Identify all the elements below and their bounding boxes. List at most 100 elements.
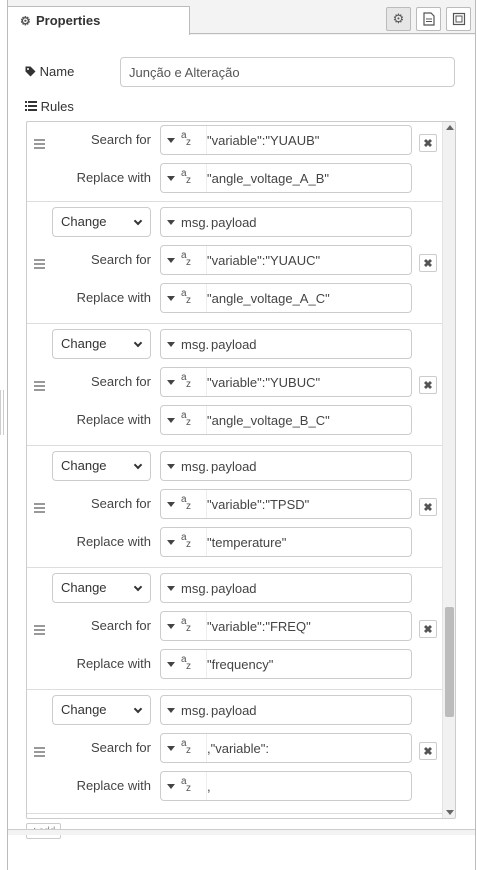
search-type-button[interactable]: az: [161, 246, 207, 274]
search-type-button[interactable]: az: [161, 368, 207, 396]
caret-down-icon: [167, 137, 175, 143]
frame-icon: [452, 12, 465, 26]
replace-input[interactable]: az "angle_voltage_B_C": [160, 405, 412, 435]
rules-scrollbar[interactable]: [442, 122, 455, 818]
property-type-button[interactable]: msg.: [161, 574, 211, 602]
caret-down-icon: [167, 707, 175, 713]
rule-action-select[interactable]: Change: [52, 695, 151, 725]
panel-footer: [8, 829, 475, 835]
search-input[interactable]: az "variable":"TPSD": [160, 489, 412, 519]
replace-type-button[interactable]: az: [161, 528, 207, 556]
tab-properties-label: Properties: [36, 13, 101, 28]
scroll-up-arrow-icon[interactable]: [446, 125, 454, 130]
scroll-down-arrow-icon[interactable]: [446, 810, 454, 815]
rule-action-value: Change: [61, 336, 107, 351]
rule-property-value: payload: [211, 459, 257, 474]
name-input[interactable]: Junção e Alteração: [120, 57, 455, 87]
search-input[interactable]: az "variable":"YUAUB": [160, 125, 412, 155]
name-label: Name: [39, 64, 75, 79]
search-value: "variable":"YUAUC": [207, 253, 321, 268]
property-type-button[interactable]: msg.: [161, 452, 211, 480]
scrollbar-thumb[interactable]: [445, 607, 454, 718]
string-type-icon: az: [181, 410, 191, 428]
delete-rule-button[interactable]: ✖: [419, 742, 437, 760]
string-type-icon: az: [181, 494, 191, 512]
rule-property-input[interactable]: msg. payload: [160, 573, 412, 603]
node-appearance-button[interactable]: [446, 7, 471, 31]
search-type-button[interactable]: az: [161, 490, 207, 518]
rule-property-input[interactable]: msg. payload: [160, 207, 412, 237]
rule-property-input[interactable]: msg. payload: [160, 329, 412, 359]
replace-type-button[interactable]: az: [161, 650, 207, 678]
caret-down-icon: [167, 783, 175, 789]
string-type-icon: az: [181, 372, 191, 390]
tab-properties[interactable]: ⚙ Properties: [8, 6, 190, 35]
rule-property-input[interactable]: msg. payload: [160, 695, 412, 725]
property-type-button[interactable]: msg.: [161, 696, 211, 724]
caret-down-icon: [167, 661, 175, 667]
replace-type-button[interactable]: az: [161, 406, 207, 434]
replace-input[interactable]: az "temperature": [160, 527, 412, 557]
node-description-button[interactable]: [416, 7, 441, 31]
search-for-label: Search for: [91, 618, 151, 633]
delete-rule-button[interactable]: ✖: [419, 498, 437, 516]
node-properties-button[interactable]: ⚙: [386, 7, 411, 31]
rule-item: Search for az "variable":"YUAUB" ✖ Repla…: [27, 122, 443, 202]
delete-rule-button[interactable]: ✖: [419, 134, 437, 152]
delete-rule-button[interactable]: ✖: [419, 254, 437, 272]
chevron-down-icon: [133, 582, 143, 592]
search-input[interactable]: az "variable":"YUBUC": [160, 367, 412, 397]
rule-action-select[interactable]: Change: [52, 573, 151, 603]
search-input[interactable]: az "variable":"FREQ": [160, 611, 412, 641]
replace-value: "angle_voltage_B_C": [207, 413, 330, 428]
msg-prefix: msg.: [181, 214, 210, 230]
delete-rule-button[interactable]: ✖: [419, 376, 437, 394]
rule-action-value: Change: [61, 458, 107, 473]
search-input[interactable]: az "variable":"YUAUC": [160, 245, 412, 275]
replace-input[interactable]: az ,: [160, 771, 412, 801]
replace-type-button[interactable]: az: [161, 772, 207, 800]
replace-input[interactable]: az "angle_voltage_A_B": [160, 163, 412, 193]
replace-value: "angle_voltage_A_B": [207, 171, 329, 186]
search-for-label: Search for: [91, 740, 151, 755]
replace-type-button[interactable]: az: [161, 164, 207, 192]
search-type-button[interactable]: az: [161, 612, 207, 640]
rule-action-value: Change: [61, 214, 107, 229]
replace-value: "frequency": [207, 657, 274, 672]
replace-input[interactable]: az "frequency": [160, 649, 412, 679]
delete-rule-button[interactable]: ✖: [419, 620, 437, 638]
file-icon: [422, 12, 435, 26]
rule-action-select[interactable]: Change: [52, 451, 151, 481]
string-type-icon: az: [181, 654, 191, 672]
replace-with-label: Replace with: [76, 290, 151, 305]
rules-label-row: Rules: [25, 99, 74, 114]
rules-list[interactable]: Search for az "variable":"YUAUB" ✖ Repla…: [26, 121, 456, 819]
replace-with-label: Replace with: [76, 170, 151, 185]
replace-with-label: Replace with: [76, 412, 151, 427]
rule-action-select[interactable]: Change: [52, 207, 151, 237]
search-for-label: Search for: [91, 132, 151, 147]
search-type-button[interactable]: az: [161, 126, 207, 154]
string-type-icon: az: [181, 532, 191, 550]
replace-input[interactable]: az "angle_voltage_A_C": [160, 283, 412, 313]
property-type-button[interactable]: msg.: [161, 208, 211, 236]
replace-with-label: Replace with: [76, 778, 151, 793]
rule-action-select[interactable]: Change: [52, 329, 151, 359]
sidebar-resize-grip[interactable]: [0, 390, 4, 435]
rule-action-value: Change: [61, 702, 107, 717]
rule-property-input[interactable]: msg. payload: [160, 451, 412, 481]
replace-type-button[interactable]: az: [161, 284, 207, 312]
search-type-button[interactable]: az: [161, 734, 207, 762]
property-type-button[interactable]: msg.: [161, 330, 211, 358]
string-type-icon: az: [181, 616, 191, 634]
caret-down-icon: [167, 219, 175, 225]
replace-value: "angle_voltage_A_C": [207, 291, 330, 306]
chevron-down-icon: [133, 704, 143, 714]
string-type-icon: az: [181, 288, 191, 306]
string-type-icon: az: [181, 168, 191, 186]
search-input[interactable]: az ,"variable":: [160, 733, 412, 763]
replace-value: ,: [207, 779, 211, 794]
close-icon: ✖: [423, 257, 433, 270]
gear-icon: ⚙: [20, 14, 31, 28]
string-type-icon: az: [181, 738, 191, 756]
